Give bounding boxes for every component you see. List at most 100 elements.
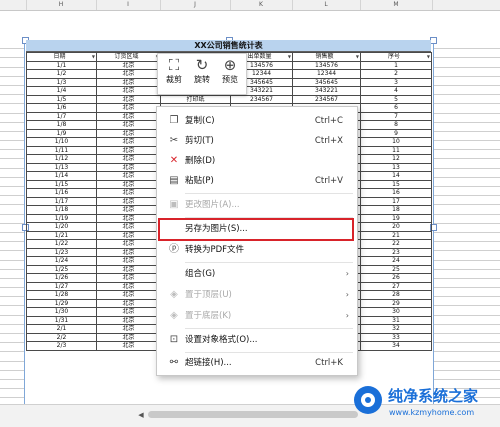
table-cell[interactable]: 1/20 [26, 222, 97, 232]
table-cell[interactable]: 14 [360, 171, 432, 181]
table-cell[interactable]: 2 [360, 69, 432, 79]
column-header-h[interactable]: H [26, 0, 97, 10]
table-cell[interactable]: 34 [360, 341, 432, 351]
table-cell[interactable]: 29 [360, 298, 432, 308]
table-cell[interactable]: 北京 [96, 120, 161, 130]
table-cell[interactable]: 1/15 [26, 179, 97, 189]
table-cell[interactable]: 12 [360, 154, 432, 164]
table-cell[interactable]: 北京 [96, 171, 161, 181]
table-cell[interactable]: 13 [360, 162, 432, 172]
table-cell[interactable]: 32 [360, 324, 432, 334]
menu-item-hyperlink[interactable]: ⚯ 超链接(H)... Ctrl+K [157, 353, 357, 373]
table-cell[interactable]: 8 [360, 120, 432, 130]
table-cell[interactable]: 1/10 [26, 137, 97, 147]
table-cell[interactable]: 24 [360, 256, 432, 266]
table-cell[interactable]: 15 [360, 179, 432, 189]
table-cell[interactable]: 北京 [96, 128, 161, 138]
table-cell[interactable]: 22 [360, 239, 432, 249]
menu-item-bring-to-top[interactable]: ◈ 置于顶层(U) › [157, 285, 357, 305]
table-cell[interactable]: 7 [360, 111, 432, 121]
table-cell[interactable]: 10 [360, 137, 432, 147]
table-cell[interactable]: 北京 [96, 188, 161, 198]
menu-item-delete[interactable]: ✕ 删除(D) [157, 151, 357, 171]
table-cell[interactable]: 28 [360, 290, 432, 300]
table-cell[interactable]: 26 [360, 273, 432, 283]
table-cell[interactable]: 北京 [96, 94, 161, 104]
column-header-i[interactable]: I [96, 0, 161, 10]
scroll-thumb[interactable] [148, 411, 358, 418]
table-cell[interactable]: 18 [360, 205, 432, 215]
table-cell[interactable]: 北京 [96, 332, 161, 342]
table-cell[interactable]: 17 [360, 196, 432, 206]
table-cell[interactable]: 1/21 [26, 230, 97, 240]
table-cell[interactable]: 1/31 [26, 315, 97, 325]
table-cell[interactable]: 北京 [96, 239, 161, 249]
table-cell[interactable]: 北京 [96, 154, 161, 164]
table-cell[interactable]: 北京 [96, 324, 161, 334]
table-cell[interactable]: 北京 [96, 307, 161, 317]
table-cell[interactable]: 2/1 [26, 324, 97, 334]
table-cell[interactable]: 12344 [292, 69, 361, 79]
table-cell[interactable]: 北京 [96, 315, 161, 325]
table-cell[interactable]: 1 [360, 60, 432, 70]
table-cell[interactable]: 北京 [96, 264, 161, 274]
table-cell[interactable]: 北京 [96, 230, 161, 240]
table-cell[interactable]: 1/27 [26, 281, 97, 291]
table-cell[interactable]: 234567 [230, 94, 293, 104]
resize-handle-top-right[interactable] [430, 37, 437, 44]
header-region[interactable]: 订货区域▼ [96, 52, 161, 62]
menu-item-change-picture[interactable]: ▣ 更改图片(A)... [157, 195, 357, 215]
menu-item-cut[interactable]: ✂ 剪切(T) Ctrl+X [157, 131, 357, 151]
table-cell[interactable]: 30 [360, 307, 432, 317]
table-cell[interactable]: 北京 [96, 213, 161, 223]
table-cell[interactable]: 5 [360, 94, 432, 104]
table-cell[interactable]: 1/1 [26, 60, 97, 70]
table-cell[interactable]: 北京 [96, 145, 161, 155]
table-cell[interactable]: 1/5 [26, 94, 97, 104]
table-cell[interactable]: 1/25 [26, 264, 97, 274]
table-cell[interactable]: 1/12 [26, 154, 97, 164]
table-cell[interactable]: 1/14 [26, 171, 97, 181]
table-cell[interactable]: 北京 [96, 247, 161, 257]
table-cell[interactable]: 19 [360, 213, 432, 223]
table-cell[interactable]: 北京 [96, 256, 161, 266]
column-header-m[interactable]: M [360, 0, 433, 10]
table-cell[interactable]: 北京 [96, 77, 161, 87]
table-cell[interactable]: 2/2 [26, 332, 97, 342]
table-cell[interactable]: 北京 [96, 290, 161, 300]
table-cell[interactable]: 1/9 [26, 128, 97, 138]
table-cell[interactable]: 16 [360, 188, 432, 198]
header-sales[interactable]: 销售额 ▼ [292, 52, 361, 62]
table-cell[interactable]: 1/24 [26, 256, 97, 266]
table-cell[interactable]: 9 [360, 128, 432, 138]
scroll-left-icon[interactable]: ◀ [136, 410, 146, 420]
preview-button[interactable]: ⊕ 预览 [216, 56, 244, 85]
crop-button[interactable]: ⛶ 裁剪 [160, 56, 188, 85]
table-cell[interactable]: 北京 [96, 86, 161, 96]
menu-item-paste[interactable]: ▤ 粘贴(P) Ctrl+V [157, 171, 357, 191]
column-header-j[interactable]: J [160, 0, 231, 10]
rotate-button[interactable]: ↻ 旋转 [188, 56, 216, 85]
table-cell[interactable]: 1/8 [26, 120, 97, 130]
table-cell[interactable]: 11 [360, 145, 432, 155]
menu-item-group[interactable]: 组合(G) › [157, 264, 357, 284]
table-cell[interactable]: 23 [360, 247, 432, 257]
table-cell[interactable]: 北京 [96, 111, 161, 121]
table-cell[interactable]: 1/3 [26, 77, 97, 87]
table-cell[interactable]: 4 [360, 86, 432, 96]
header-index[interactable]: 序号 ▼ [360, 52, 432, 62]
table-cell[interactable]: 北京 [96, 103, 161, 113]
table-cell[interactable]: 1/17 [26, 196, 97, 206]
menu-item-copy[interactable]: ❐ 复制(C) Ctrl+C [157, 111, 357, 131]
table-cell[interactable]: 北京 [96, 222, 161, 232]
table-cell[interactable]: 1/11 [26, 145, 97, 155]
menu-item-send-to-bottom[interactable]: ◈ 置于底层(K) › [157, 306, 357, 326]
table-cell[interactable]: 1/4 [26, 86, 97, 96]
table-cell[interactable]: 1/7 [26, 111, 97, 121]
table-cell[interactable]: 1/18 [26, 205, 97, 215]
table-cell[interactable]: 北京 [96, 281, 161, 291]
header-date[interactable]: 日期 ▼ [26, 52, 97, 62]
table-cell[interactable]: 31 [360, 315, 432, 325]
table-cell[interactable]: 25 [360, 264, 432, 274]
table-cell[interactable]: 1/28 [26, 290, 97, 300]
